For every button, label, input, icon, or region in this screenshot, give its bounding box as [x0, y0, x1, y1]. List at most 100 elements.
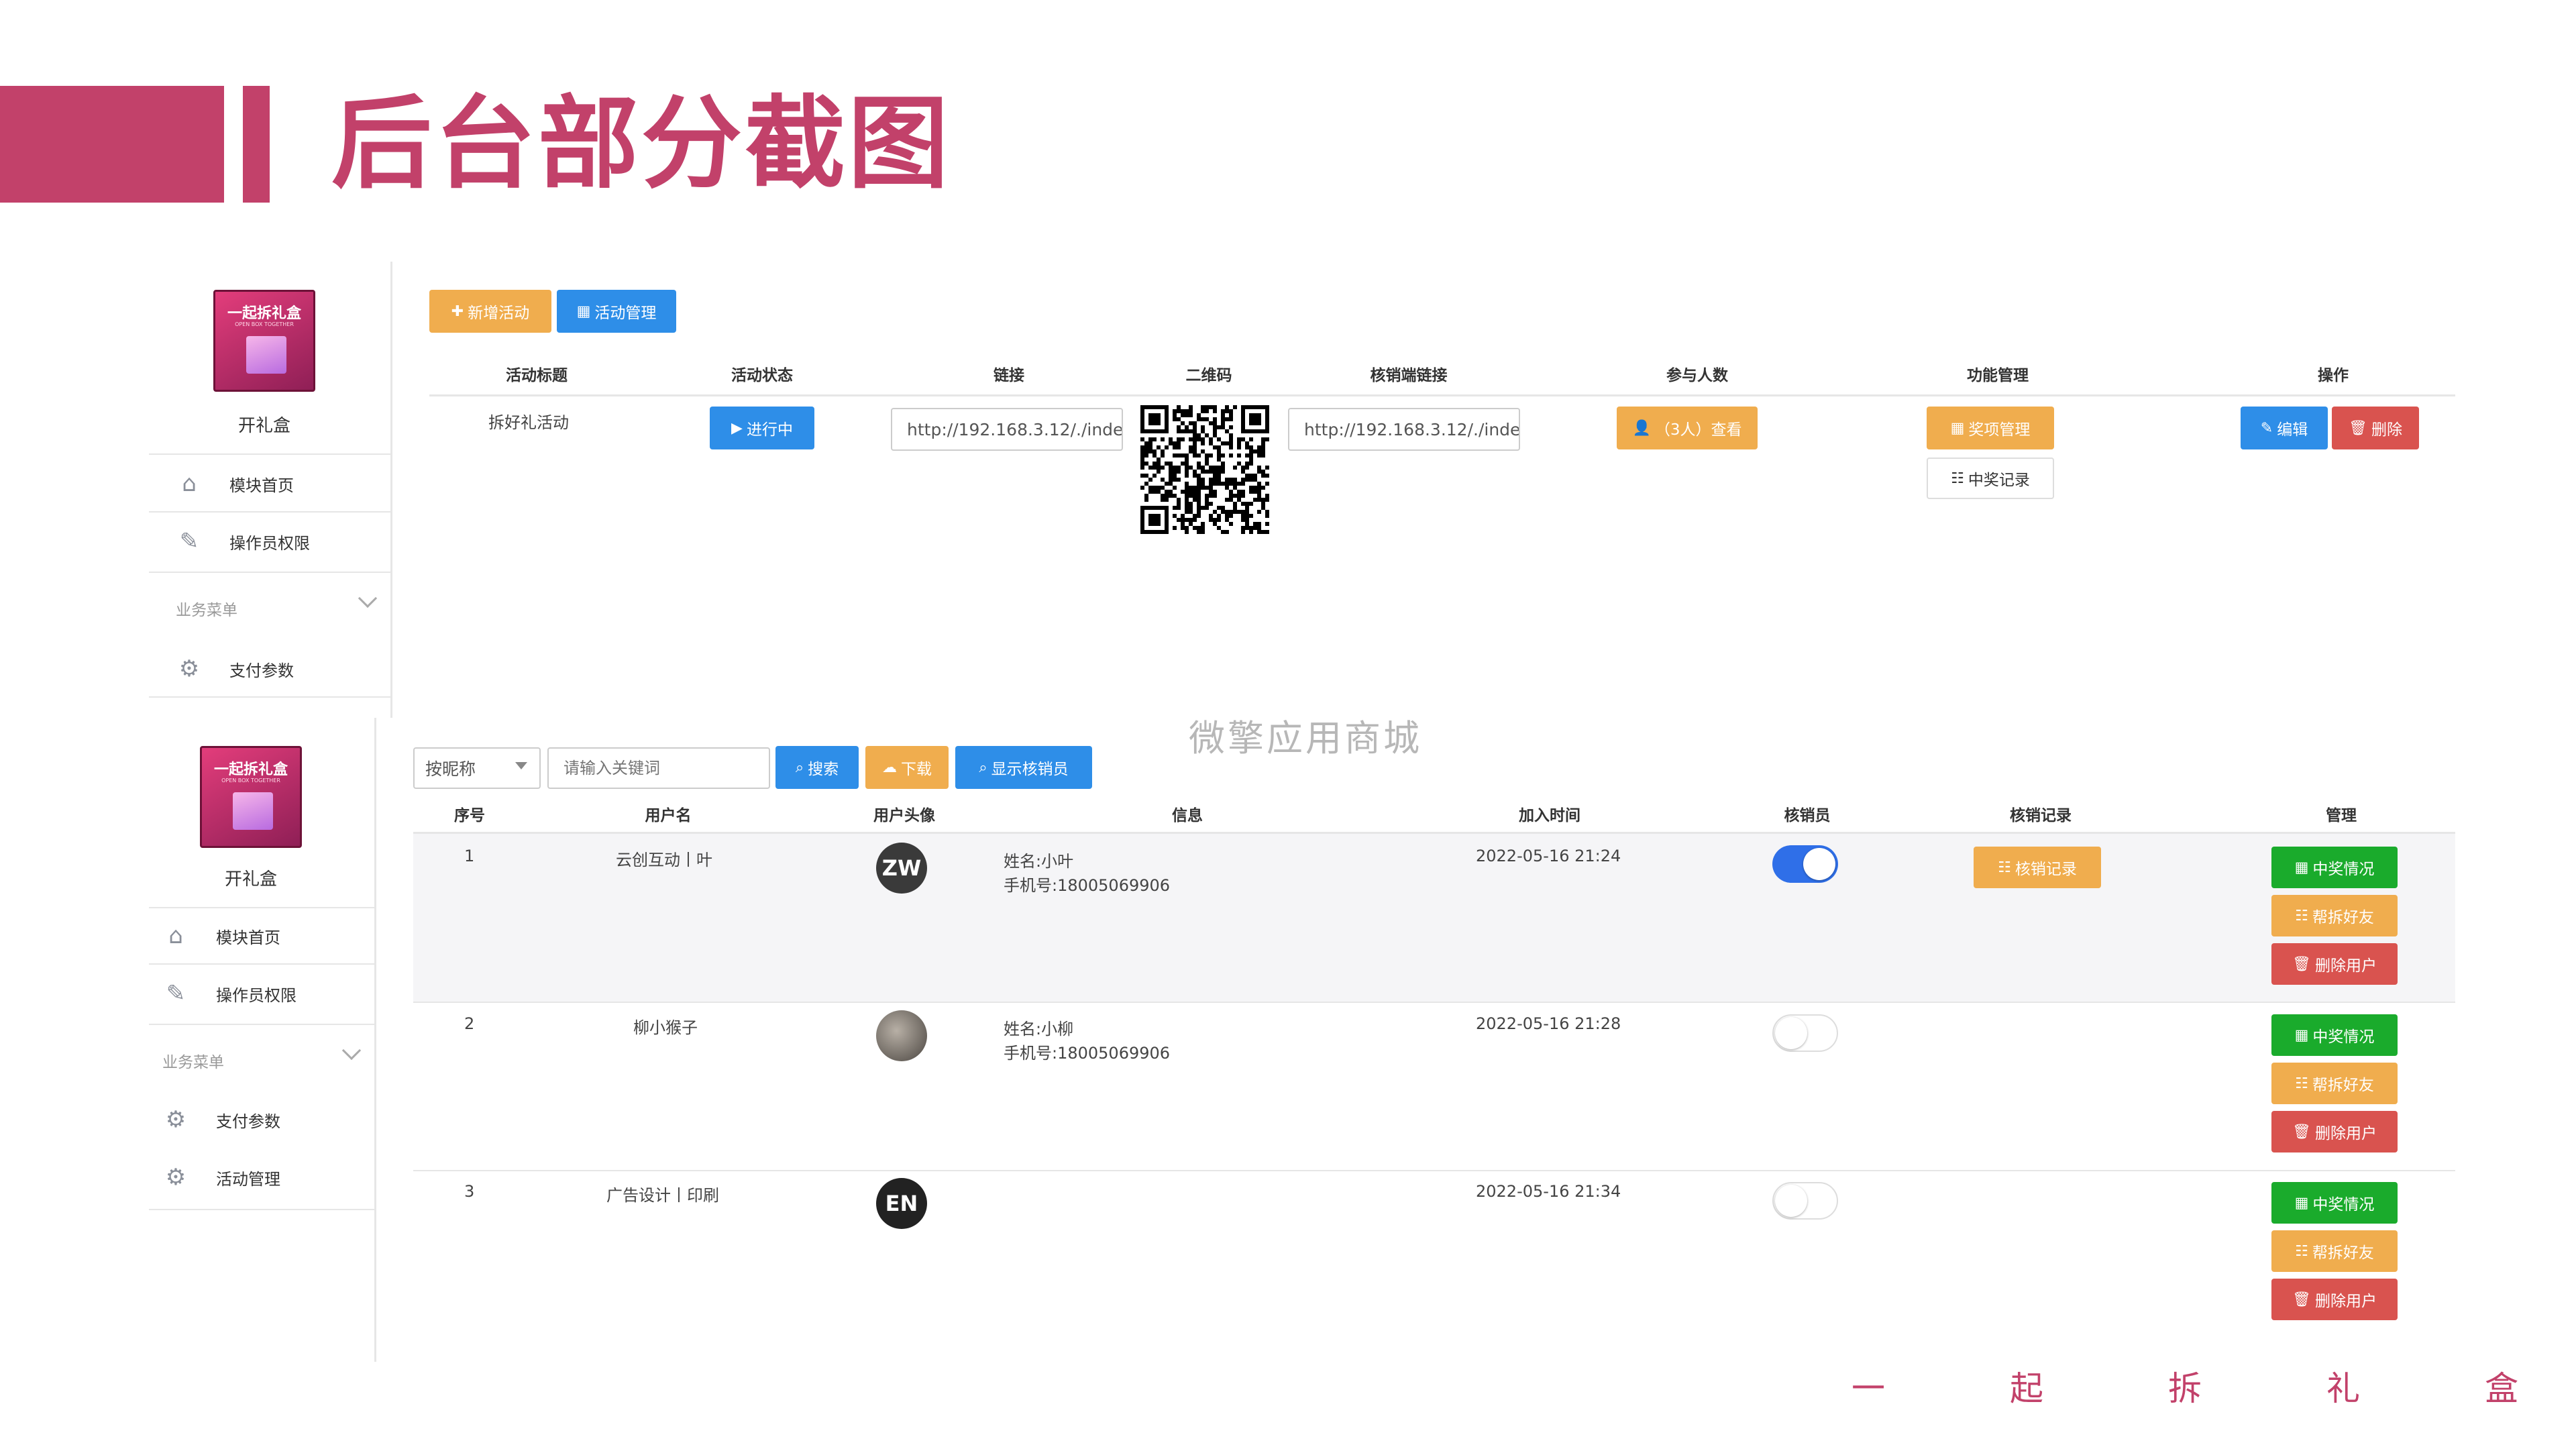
- edit-button[interactable]: ✎ 编辑: [2241, 407, 2328, 449]
- prize-manage-button[interactable]: ▦ 奖项管理: [1927, 407, 2054, 449]
- help-friend-label: 帮拆好友: [2312, 1077, 2374, 1094]
- win-status-button[interactable]: ▦ 中奖情况: [2271, 847, 2398, 888]
- document-edit-icon: ✎: [166, 980, 186, 1007]
- search-icon: ⌕: [979, 759, 987, 776]
- download-label: 下载: [901, 761, 932, 778]
- row-phone: 手机号:18005069906: [1004, 1044, 1171, 1063]
- win-records-button[interactable]: ☷ 中奖记录: [1927, 458, 2054, 499]
- add-activity-button[interactable]: ✚ 新增活动: [429, 290, 551, 333]
- separator: [149, 963, 374, 965]
- trash-icon: 🗑: [2292, 1123, 2311, 1140]
- sidebar-item-label: 活动管理: [216, 1169, 280, 1189]
- activity-link-field[interactable]: http://192.168.3.12/./index: [891, 408, 1123, 451]
- sidebar-item-operator-permission[interactable]: ✎ 操作员权限: [176, 518, 310, 565]
- header-accent-bar: [0, 86, 224, 203]
- chevron-down-icon[interactable]: [358, 588, 378, 608]
- list-icon: ☷: [1951, 470, 1964, 487]
- row-joined: 2022-05-16 21:24: [1476, 847, 1621, 865]
- page-title: 后台部分截图: [331, 86, 952, 203]
- grid-icon: ▦: [2294, 1026, 2309, 1044]
- column-header: 核销端链接: [1370, 367, 1448, 384]
- verifier-toggle[interactable]: [1772, 845, 1838, 883]
- row-phone: 手机号:18005069906: [1004, 876, 1171, 895]
- delete-label: 删除: [2371, 421, 2402, 439]
- user-icon: 👤: [1632, 419, 1651, 437]
- document-edit-icon: ✎: [179, 528, 199, 555]
- search-icon: ⌕: [795, 759, 804, 776]
- activity-title: 拆好礼活动: [488, 413, 569, 432]
- delete-user-button[interactable]: 🗑 删除用户: [2271, 1279, 2398, 1320]
- column-header: 操作: [2318, 367, 2349, 384]
- sidebar-item-home[interactable]: ⌂ 模块首页: [162, 912, 280, 959]
- search-button[interactable]: ⌕ 搜索: [775, 746, 859, 789]
- trash-icon: 🗑: [2349, 419, 2367, 437]
- header-accent-stripe: [243, 86, 270, 203]
- plus-icon: ✚: [451, 303, 464, 320]
- win-status-button[interactable]: ▦ 中奖情况: [2271, 1014, 2398, 1056]
- sidebar-item-activity-manage[interactable]: ⚙ 活动管理: [162, 1154, 280, 1201]
- delete-button[interactable]: 🗑 删除: [2332, 407, 2419, 449]
- activity-manage-button[interactable]: ▦ 活动管理: [557, 290, 676, 333]
- row-index: 2: [464, 1014, 475, 1033]
- chevron-down-icon[interactable]: [341, 1040, 362, 1061]
- sidebar-item-label: 操作员权限: [216, 985, 297, 1005]
- activity-status-button[interactable]: ▶ 进行中: [710, 407, 814, 449]
- help-friend-button[interactable]: ☷ 帮拆好友: [2271, 895, 2398, 936]
- verifier-toggle[interactable]: [1772, 1182, 1838, 1220]
- app-name: 开礼盒: [224, 869, 277, 890]
- footer-char: 礼: [2326, 1369, 2360, 1408]
- sidebar-item-label: 支付参数: [216, 1112, 280, 1131]
- sidebar-item-operator-permission[interactable]: ✎ 操作员权限: [162, 970, 297, 1017]
- sidebar-item-payment-params[interactable]: ⚙ 支付参数: [162, 1096, 280, 1143]
- cloud-download-icon: ☁: [882, 759, 897, 776]
- verifier-toggle[interactable]: [1772, 1014, 1838, 1052]
- home-icon: ⌂: [182, 470, 197, 497]
- sidebar-group-label[interactable]: 业务菜单: [176, 597, 237, 620]
- sidebar-item-label: 模块首页: [216, 928, 280, 947]
- avatar: ZW: [876, 843, 927, 894]
- row-joined: 2022-05-16 21:34: [1476, 1182, 1621, 1201]
- row-name: 姓名:小柳: [1004, 1020, 1074, 1038]
- delete-user-label: 删除用户: [2314, 1125, 2377, 1142]
- row-username: 广告设计丨印刷: [606, 1186, 719, 1205]
- row-divider: [413, 1170, 2455, 1171]
- footer-char: 一: [1851, 1369, 1885, 1408]
- column-header: 活动标题: [506, 367, 568, 384]
- verify-link-field[interactable]: http://192.168.3.12/./index: [1288, 408, 1520, 451]
- column-header: 管理: [2326, 807, 2357, 824]
- help-friend-button[interactable]: ☷ 帮拆好友: [2271, 1230, 2398, 1272]
- column-header: 功能管理: [1967, 367, 2029, 384]
- keyword-input[interactable]: [547, 747, 770, 789]
- edit-label: 编辑: [2277, 421, 2308, 439]
- footer-char: 盒: [2485, 1369, 2518, 1408]
- verify-record-button[interactable]: ☷ 核销记录: [1974, 847, 2101, 888]
- participants-view-button[interactable]: 👤 （3人）查看: [1617, 407, 1758, 449]
- play-icon: ▶: [731, 419, 743, 437]
- grid-icon: ▦: [2294, 859, 2309, 876]
- show-verifier-label: 显示核销员: [991, 761, 1069, 778]
- prize-manage-label: 奖项管理: [1968, 421, 2031, 439]
- help-friend-label: 帮拆好友: [2312, 1244, 2374, 1262]
- gear-icon: ⚙: [165, 1164, 186, 1191]
- trash-icon: 🗑: [2292, 1291, 2311, 1308]
- win-status-button[interactable]: ▦ 中奖情况: [2271, 1182, 2398, 1224]
- sidebar-item-payment-params[interactable]: ⚙ 支付参数: [176, 645, 294, 692]
- help-friend-label: 帮拆好友: [2312, 909, 2374, 926]
- row-index: 3: [464, 1182, 475, 1201]
- search-label: 搜索: [808, 761, 839, 778]
- separator: [149, 907, 374, 908]
- separator: [149, 696, 390, 698]
- sidebar-item-home[interactable]: ⌂ 模块首页: [176, 460, 294, 507]
- column-header: 参与人数: [1666, 367, 1728, 384]
- delete-user-button[interactable]: 🗑 删除用户: [2271, 943, 2398, 985]
- delete-user-label: 删除用户: [2314, 957, 2377, 975]
- list-icon: ☷: [2295, 1075, 2308, 1092]
- sidebar-group-label[interactable]: 业务菜单: [162, 1049, 224, 1072]
- delete-user-button[interactable]: 🗑 删除用户: [2271, 1111, 2398, 1152]
- app-name: 开礼盒: [237, 416, 290, 436]
- search-field-select[interactable]: 按昵称: [413, 747, 541, 789]
- gear-icon: ⚙: [165, 1106, 186, 1133]
- download-button[interactable]: ☁ 下载: [865, 746, 949, 789]
- help-friend-button[interactable]: ☷ 帮拆好友: [2271, 1063, 2398, 1104]
- show-verifier-button[interactable]: ⌕ 显示核销员: [955, 746, 1092, 789]
